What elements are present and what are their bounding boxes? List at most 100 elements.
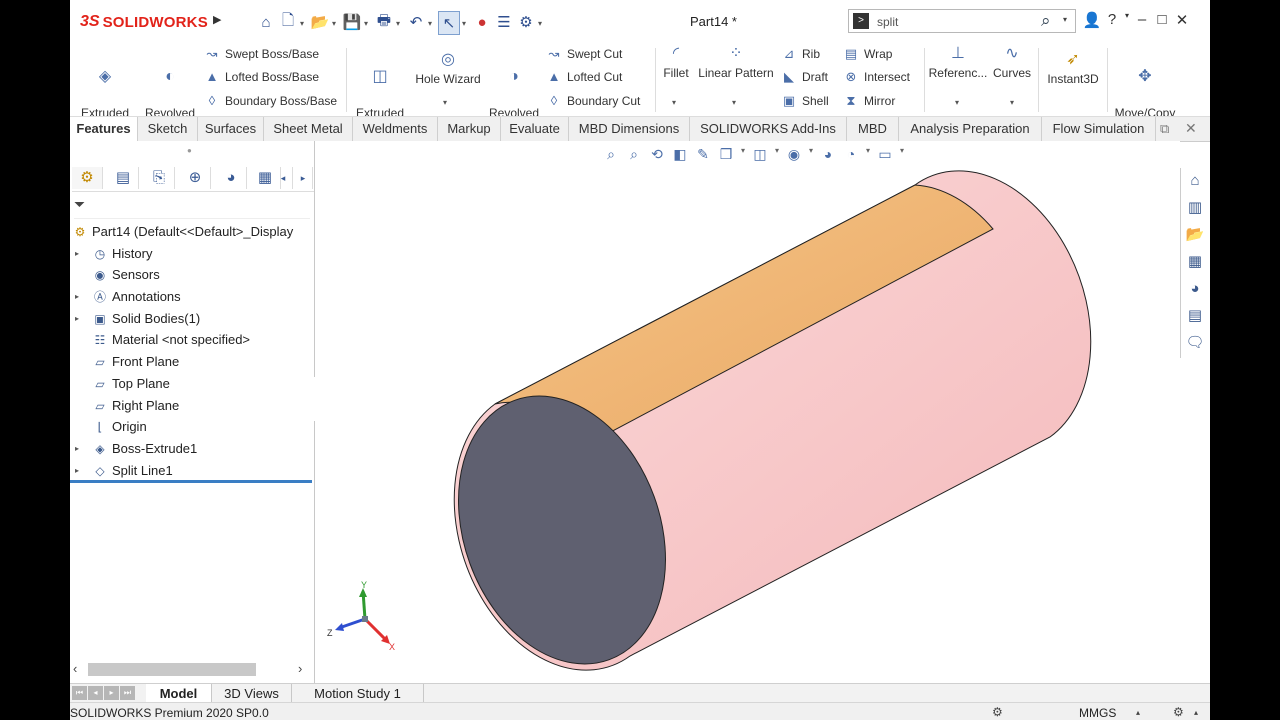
home-icon[interactable]: ⌂ (256, 11, 276, 33)
tab-motion-study-1[interactable]: Motion Study 1 (292, 684, 424, 703)
tree-item-sensors[interactable]: ◉ Sensors (70, 264, 314, 286)
expand-arrow-icon[interactable]: ▸ (75, 460, 79, 482)
select-dropdown-icon[interactable]: ▾ (462, 11, 470, 35)
save-icon[interactable]: 💾 (342, 11, 362, 33)
tree-item-material[interactable]: ☷ Material <not specified> (70, 329, 314, 351)
maximize-icon[interactable]: □ (1152, 11, 1172, 29)
tree-item-annotations[interactable]: ▸ Ⓐ Annotations (70, 286, 314, 308)
status-options-dropdown-icon[interactable]: ▴ (1194, 708, 1198, 717)
custom-properties-icon[interactable]: ▤ (1184, 305, 1206, 327)
wrap-button[interactable]: ▤ Wrap (843, 44, 893, 64)
first-tab-icon[interactable]: ⏮ (72, 686, 87, 700)
open-dropdown-icon[interactable]: ▾ (332, 11, 340, 35)
configuration-manager-tab-icon[interactable]: ⎘ (144, 167, 175, 189)
tab-flow-simulation[interactable]: Flow Simulation (1042, 117, 1156, 141)
tab-3d-views[interactable]: 3D Views (212, 684, 292, 703)
tab-weldments[interactable]: Weldments (353, 117, 438, 141)
mirror-button[interactable]: ⧗ Mirror (843, 91, 895, 111)
save-dropdown-icon[interactable]: ▾ (364, 11, 372, 35)
search-input[interactable] (875, 12, 1029, 32)
tree-filter[interactable]: ⏷ (74, 196, 310, 219)
instant3d-button[interactable]: ➶ Instant3D (1042, 50, 1104, 88)
curves-dropdown-icon[interactable]: ▾ (1010, 98, 1014, 107)
expand-arrow-icon[interactable]: ▸ (75, 243, 79, 265)
select-cursor-icon[interactable]: ↖ (438, 11, 460, 35)
tab-mbd[interactable]: MBD (847, 117, 899, 141)
rib-button[interactable]: ⊿ Rib (781, 44, 820, 64)
filter-funnel-icon[interactable]: ⏷ (74, 196, 85, 212)
fillet-button[interactable]: ◜ Fillet (658, 44, 694, 82)
expand-arrow-icon[interactable]: ▸ (75, 286, 79, 308)
tabs-left-arrow-icon[interactable]: ◂ (274, 167, 293, 189)
cylinder-model[interactable] (315, 141, 1180, 683)
next-tab-icon[interactable]: ▸ (104, 686, 119, 700)
new-dropdown-icon[interactable]: ▾ (300, 11, 308, 35)
boundary-boss-button[interactable]: ◊ Boundary Boss/Base (204, 91, 337, 111)
reference-dropdown-icon[interactable]: ▾ (955, 98, 959, 107)
tab-solidworks-add-ins[interactable]: SOLIDWORKS Add-Ins (690, 117, 847, 141)
tab-surfaces[interactable]: Surfaces (198, 117, 264, 141)
tree-item-split-line1[interactable]: ▸ ◇ Split Line1 (70, 460, 314, 482)
tree-item-top-plane[interactable]: ▱ Top Plane (70, 373, 314, 395)
rebuild-traffic-light-icon[interactable]: ● (472, 11, 492, 33)
file-explorer-icon[interactable]: 📂 (1184, 224, 1206, 246)
close-window-icon[interactable]: ✕ (1172, 11, 1192, 29)
scroll-right-icon[interactable]: › (298, 661, 302, 676)
expand-arrow-icon[interactable]: ▸ (75, 308, 79, 330)
search-dropdown-icon[interactable]: ▾ (1063, 15, 1067, 24)
lofted-cut-button[interactable]: ▲ Lofted Cut (546, 67, 623, 87)
appearances-icon[interactable]: ◕ (1184, 278, 1206, 300)
menu-expand-icon[interactable]: ▶ (213, 13, 221, 26)
tab-mbd-dimensions[interactable]: MBD Dimensions (569, 117, 690, 141)
tab-features[interactable]: Features (70, 117, 138, 141)
swept-boss-button[interactable]: ↝ Swept Boss/Base (204, 44, 320, 64)
options-gear-icon[interactable]: ⚙ (516, 11, 536, 33)
quick-tips-icon[interactable]: ⚙ (1173, 705, 1184, 719)
solidworks-logo[interactable]: 3S SOLIDWORKS (80, 9, 208, 35)
linear-pattern-button[interactable]: ⁘ Linear Pattern (694, 44, 778, 82)
tree-root-part[interactable]: ⚙ Part14 (Default<<Default>_Display (70, 221, 314, 243)
solidworks-resources-icon[interactable]: ⌂ (1184, 170, 1206, 192)
tree-item-history[interactable]: ▸ ◷ History (70, 243, 314, 265)
tab-sheet-metal[interactable]: Sheet Metal (264, 117, 353, 141)
open-folder-icon[interactable]: 📂 (310, 11, 330, 33)
hole-wizard-button[interactable]: ◎ Hole Wizard (412, 50, 484, 88)
design-library-icon[interactable]: ▥ (1184, 197, 1206, 219)
prev-tab-icon[interactable]: ◂ (88, 686, 103, 700)
shell-button[interactable]: ▣ Shell (781, 91, 829, 111)
panel-grip-dot[interactable]: ● (187, 146, 192, 155)
tree-item-solid-bodies[interactable]: ▸ ▣ Solid Bodies(1) (70, 308, 314, 330)
dimxpert-manager-tab-icon[interactable]: ⊕ (180, 167, 211, 189)
tab-markup[interactable]: Markup (438, 117, 501, 141)
feature-manager-tab-icon[interactable]: ⚙ (72, 167, 103, 189)
search-commands-icon[interactable]: > (853, 13, 869, 29)
minimize-icon[interactable]: – (1132, 11, 1152, 29)
intersect-button[interactable]: ⊗ Intersect (843, 67, 910, 87)
rebuild-status-icon[interactable]: ⚙ (992, 705, 1003, 719)
tab-sketch[interactable]: Sketch (138, 117, 198, 141)
restore-icon[interactable]: ⧉ (1160, 121, 1169, 137)
view-palette-icon[interactable]: ▦ (1184, 251, 1206, 273)
print-dropdown-icon[interactable]: ▾ (396, 11, 404, 35)
curves-button[interactable]: ∿ Curves (990, 44, 1034, 82)
scroll-left-icon[interactable]: ‹ (73, 661, 77, 676)
hole-wizard-dropdown-icon[interactable]: ▾ (443, 98, 447, 107)
expand-arrow-icon[interactable]: ▸ (75, 438, 79, 460)
user-icon[interactable]: 👤 (1082, 11, 1102, 29)
tree-item-origin[interactable]: ⌊ Origin (70, 416, 314, 438)
fillet-dropdown-icon[interactable]: ▾ (672, 98, 676, 107)
lofted-boss-button[interactable]: ▲ Lofted Boss/Base (204, 67, 320, 87)
file-properties-icon[interactable]: ☰ (494, 11, 514, 33)
solidworks-forum-icon[interactable]: 🗨 (1184, 332, 1206, 354)
reference-geometry-button[interactable]: ⊥ Referenc... (928, 44, 988, 82)
tab-evaluate[interactable]: Evaluate (501, 117, 569, 141)
graphics-area[interactable]: ⌕ ⌕ ⟲ ◧ ✎ ❒ ▾ ◫ ▾ ◉ ▾ ◕ ◔ ▾ ▭ ▾ Y X Z (315, 141, 1180, 683)
help-dropdown-icon[interactable]: ▾ (1122, 11, 1132, 29)
tree-item-right-plane[interactable]: ▱ Right Plane (70, 395, 314, 417)
rollback-bar[interactable] (70, 480, 312, 483)
undo-dropdown-icon[interactable]: ▾ (428, 11, 436, 35)
options-dropdown-icon[interactable]: ▾ (538, 11, 546, 35)
close-tab-icon[interactable]: ✕ (1185, 120, 1197, 137)
scroll-thumb[interactable] (88, 663, 256, 676)
tab-analysis-preparation[interactable]: Analysis Preparation (899, 117, 1042, 141)
